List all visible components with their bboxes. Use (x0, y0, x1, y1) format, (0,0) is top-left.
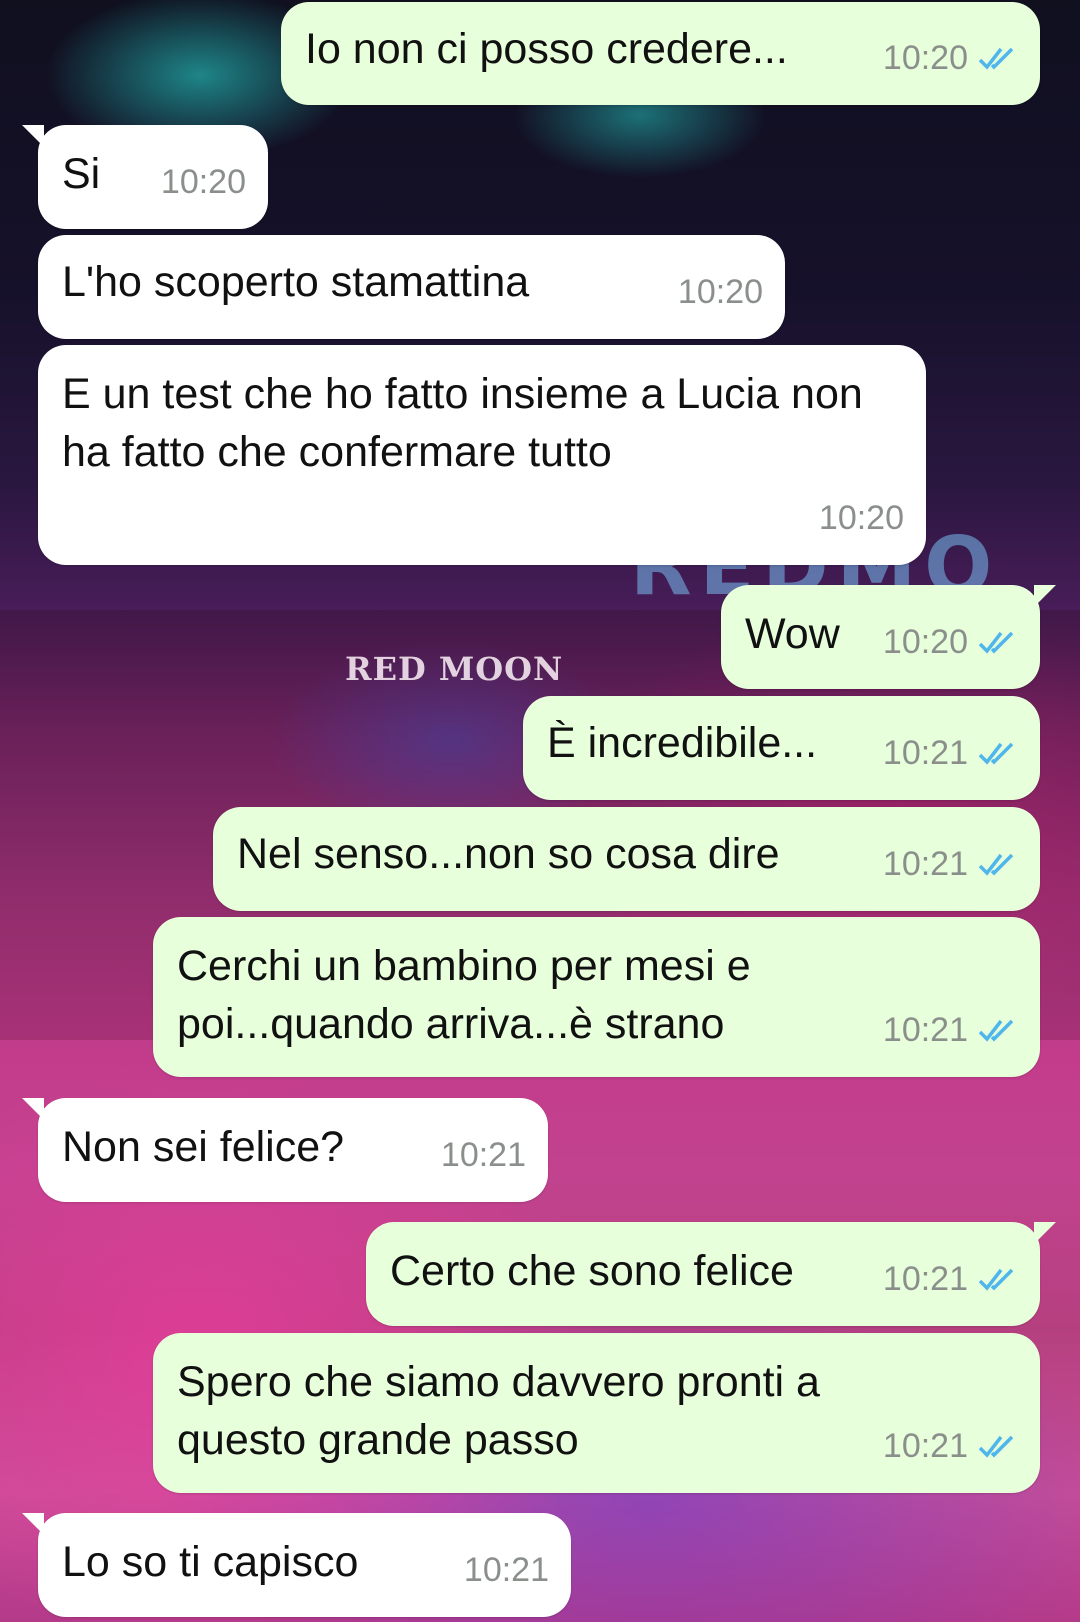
message-bubble-outgoing[interactable]: Spero che siamo davvero pronti a questo … (153, 1333, 1040, 1493)
message-meta: 10:21 (883, 724, 1018, 782)
message-meta: 10:20 (883, 613, 1018, 671)
message-text: L'ho scoperto stamattina (62, 258, 530, 306)
read-ticks-icon (978, 853, 1014, 876)
message-time: 10:21 (882, 1011, 968, 1049)
read-ticks-icon (978, 1435, 1014, 1458)
message-meta: 10:21 (464, 1541, 549, 1599)
message-text: Non sei felice? (62, 1123, 345, 1171)
message-time: 10:21 (882, 734, 968, 772)
message-bubble-incoming[interactable]: Lo so ti capisco 10:21 (22, 1513, 571, 1617)
message-time: 10:21 (463, 1551, 549, 1589)
message-bubble-incoming[interactable]: E un test che ho fatto insieme a Lucia n… (38, 345, 926, 565)
message-text: Wow (745, 610, 840, 658)
message-meta: 10:20 (161, 153, 246, 211)
read-ticks-icon (978, 1019, 1014, 1042)
read-ticks-icon (978, 1268, 1014, 1291)
read-ticks-icon (978, 742, 1014, 765)
wallpaper-store-sign: RED MOON (345, 650, 564, 688)
message-meta: 10:21 (883, 1001, 1018, 1059)
read-ticks-icon (978, 47, 1014, 70)
message-bubble-incoming[interactable]: L'ho scoperto stamattina 10:20 (38, 235, 785, 339)
message-time: 10:21 (882, 1260, 968, 1298)
message-text: Certo che sono felice (390, 1247, 794, 1295)
message-meta: 10:21 (883, 835, 1018, 893)
message-time: 10:20 (818, 499, 904, 537)
message-time: 10:21 (440, 1136, 526, 1174)
message-bubble-outgoing[interactable]: Nel senso...non so cosa dire 10:21 (213, 807, 1040, 911)
message-time: 10:21 (882, 845, 968, 883)
message-time: 10:20 (882, 623, 968, 661)
message-bubble-outgoing[interactable]: Certo che sono felice 10:21 (366, 1222, 1056, 1326)
read-ticks-icon (978, 631, 1014, 654)
message-time: 10:20 (882, 39, 968, 77)
message-text: Io non ci posso credere... (305, 25, 788, 73)
message-bubble-outgoing[interactable]: Io non ci posso credere... 10:20 (281, 2, 1040, 105)
message-bubble-outgoing[interactable]: È incredibile... 10:21 (523, 696, 1040, 800)
message-text: Nel senso...non so cosa dire (237, 830, 780, 878)
message-bubble-outgoing[interactable]: Cerchi un bambino per mesi e poi...quand… (153, 917, 1040, 1077)
message-text: Spero che siamo davvero pronti a questo … (177, 1358, 820, 1464)
message-meta: 10:20 (678, 263, 763, 321)
message-time: 10:20 (160, 163, 246, 201)
message-meta: 10:20 (819, 489, 904, 547)
message-text: E un test che ho fatto insieme a Lucia n… (62, 370, 863, 476)
message-meta: 10:20 (883, 29, 1018, 87)
message-meta: 10:21 (441, 1126, 526, 1184)
message-meta: 10:21 (883, 1417, 1018, 1475)
message-text: Lo so ti capisco (62, 1538, 359, 1586)
message-text: È incredibile... (547, 719, 818, 767)
message-bubble-incoming[interactable]: Si 10:20 (22, 125, 268, 229)
message-text: Cerchi un bambino per mesi e poi...quand… (177, 942, 751, 1048)
message-bubble-incoming[interactable]: Non sei felice? 10:21 (22, 1098, 548, 1202)
message-text: Si (62, 150, 101, 198)
message-time: 10:20 (677, 273, 763, 311)
message-meta: 10:21 (883, 1250, 1018, 1308)
message-time: 10:21 (882, 1427, 968, 1465)
message-bubble-outgoing[interactable]: Wow 10:20 (721, 585, 1056, 689)
